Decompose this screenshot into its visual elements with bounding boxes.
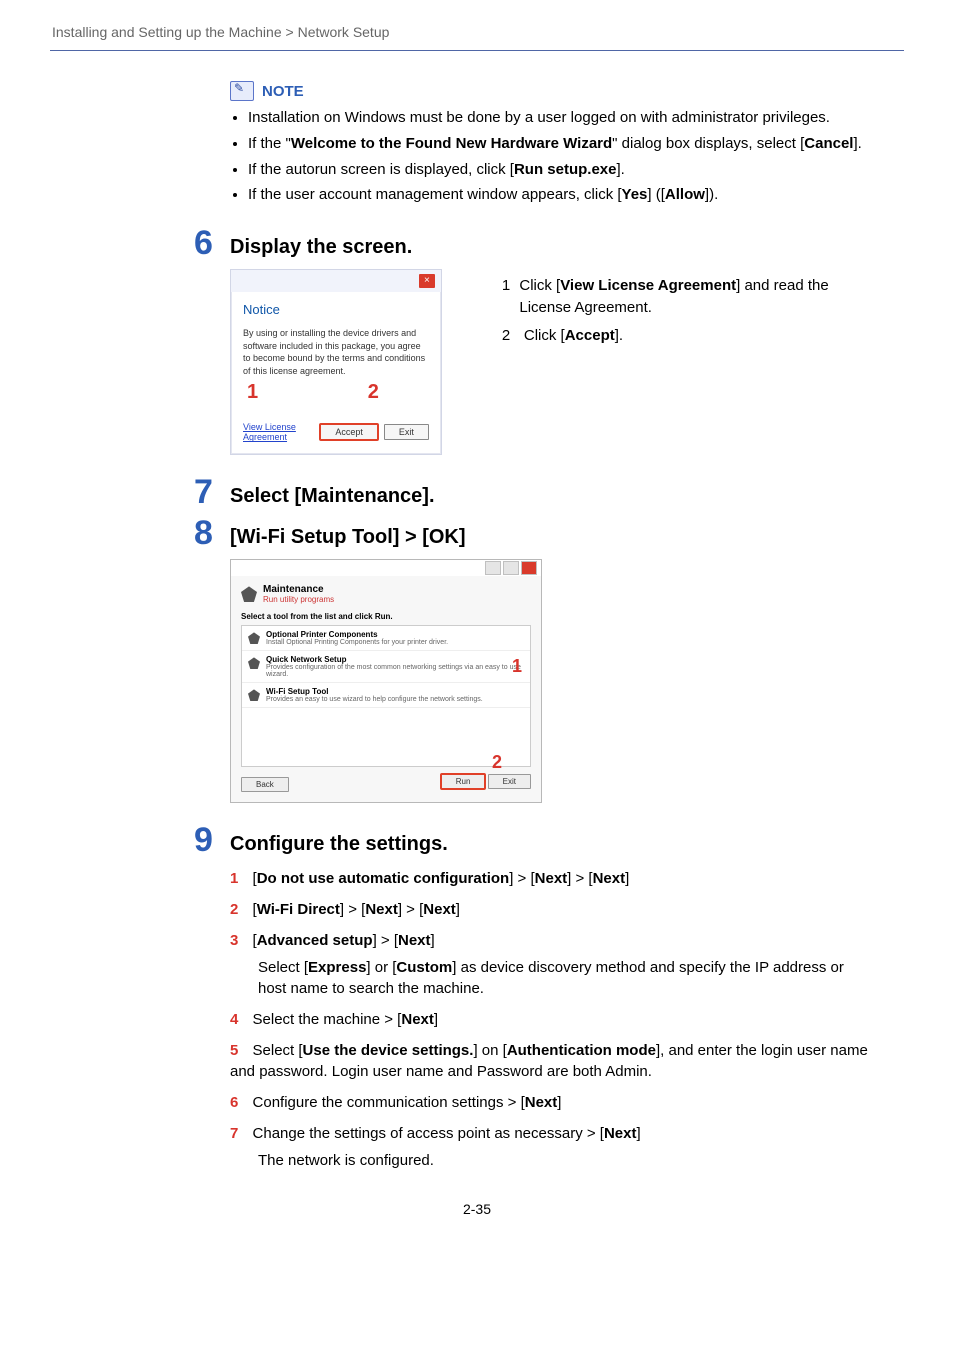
dialog-instruction: Select a tool from the list and click Ru… [231,612,541,621]
step-title: Select [Maintenance]. [230,485,874,508]
substep-description: The network is configured. [258,1150,874,1171]
substep: 7 Change the settings of access point as… [230,1123,874,1171]
minimize-button[interactable] [485,561,501,575]
wrench-icon [241,586,257,602]
step-number: 8 [194,514,213,553]
step-6-instructions: 1 Click [View License Agreement] and rea… [502,269,874,352]
step-number: 6 [194,224,213,263]
substep-description: Select [Express] or [Custom] as device d… [258,957,874,999]
notice-dialog: × Notice By using or installing the devi… [230,269,442,455]
callout-1: 1 [247,381,258,404]
dialog-subheading: Run utility programs [263,595,334,604]
tool-item-optional-printer-components[interactable]: Optional Printer Components Install Opti… [242,626,530,651]
breadcrumb-sep: > [286,24,294,40]
substep: 4 Select the machine > [Next] [230,1009,874,1030]
substep: 2 [Wi-Fi Direct] > [Next] > [Next] [230,899,874,920]
step-9: 9 Configure the settings. 1 [Do not use … [230,833,874,1171]
step-number: 7 [194,473,213,512]
back-button[interactable]: Back [241,777,289,792]
view-license-agreement-link[interactable]: View License Agreement [243,422,320,442]
step-8: 8 [Wi-Fi Setup Tool] > [OK] Maintenance … [230,526,874,803]
tool-item-quick-network-setup[interactable]: Quick Network Setup Provides configurati… [242,651,530,683]
callout-2: 2 [492,752,502,773]
step-title: [Wi-Fi Setup Tool] > [OK] [230,526,874,549]
note-block: NOTE Installation on Windows must be don… [230,81,874,206]
accept-button[interactable]: Accept [320,424,378,440]
maximize-button[interactable] [503,561,519,575]
substep: 6 Configure the communication settings >… [230,1092,874,1113]
step-title: Display the screen. [230,236,874,259]
tool-list: Optional Printer Components Install Opti… [241,625,531,767]
note-item: If the "Welcome to the Found New Hardwar… [248,133,874,155]
close-button[interactable]: × [419,274,435,288]
substep: 1 [Do not use automatic configuration] >… [230,868,874,889]
callout-1: 1 [512,656,522,677]
close-button[interactable] [521,561,537,575]
dialog-heading: Maintenance [263,584,334,595]
note-item: If the autorun screen is displayed, clic… [248,159,874,181]
breadcrumb: Installing and Setting up the Machine > … [52,24,904,40]
page-number: 2-35 [50,1201,904,1217]
step-number: 9 [194,821,213,860]
divider [50,50,904,51]
wrench-icon [248,689,260,701]
exit-button[interactable]: Exit [384,424,429,440]
wrench-icon [248,632,260,644]
callout-2: 2 [368,381,379,404]
note-item: If the user account management window ap… [248,184,874,206]
dialog-heading: Notice [243,302,429,317]
instruction-number: 2 [502,325,524,347]
step-6: 6 Display the screen. × Notice By using … [230,236,874,455]
instruction-number: 1 [502,275,519,319]
exit-button[interactable]: Exit [488,774,531,789]
note-title: NOTE [262,83,304,100]
step-title: Configure the settings. [230,833,874,856]
dialog-message: By using or installing the device driver… [243,327,429,377]
breadcrumb-chapter: Installing and Setting up the Machine [52,24,282,40]
substep: 5 Select [Use the device settings.] on [… [230,1040,874,1082]
tool-item-wifi-setup-tool[interactable]: Wi-Fi Setup Tool Provides an easy to use… [242,683,530,708]
step-7: 7 Select [Maintenance]. [230,485,874,508]
instruction-item: 2 Click [Accept]. [502,325,874,347]
wrench-icon [248,657,260,669]
note-icon [230,81,254,101]
substep: 3 [Advanced setup] > [Next] Select [Expr… [230,930,874,999]
run-button[interactable]: Run [441,774,486,789]
breadcrumb-section: Network Setup [298,24,390,40]
note-item: Installation on Windows must be done by … [248,107,874,129]
instruction-item: 1 Click [View License Agreement] and rea… [502,275,874,319]
